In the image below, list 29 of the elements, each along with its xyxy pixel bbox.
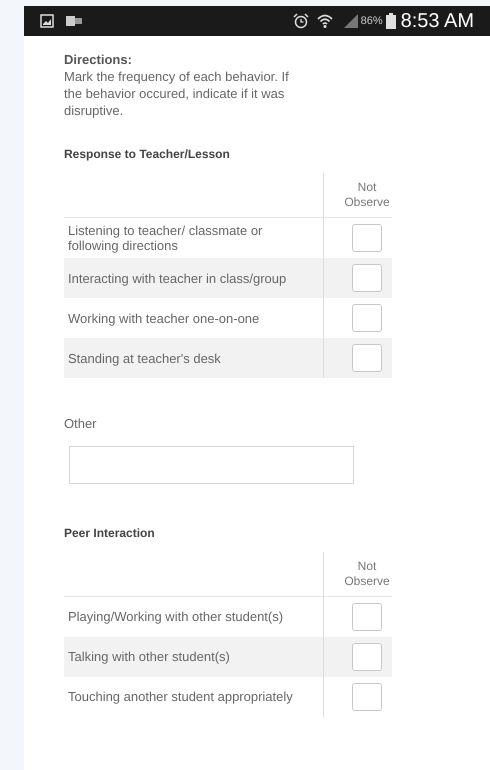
checkbox[interactable] — [352, 264, 382, 292]
wifi-icon — [316, 13, 333, 29]
section-heading: Response to Teacher/Lesson — [64, 146, 231, 163]
directions-text: Mark the frequency of each behavior. If the behavior occured, indicate if it was disruptive. — [64, 68, 290, 119]
signal-icon — [342, 13, 359, 29]
checkbox[interactable] — [352, 602, 382, 630]
column-header: Not Observe — [343, 180, 391, 210]
behavior-label: Touching another student appropriately — [67, 688, 294, 706]
behavior-label: Playing/Working with other student(s) — [67, 608, 284, 626]
behavior-label: Standing at teacher's desk — [67, 350, 222, 368]
behavior-label: Interacting with teacher in class/group — [67, 270, 288, 288]
clock-time: 8:53 AM — [400, 9, 474, 34]
input-field[interactable] — [69, 446, 354, 484]
behavior-label: Working with teacher one-on-one — [67, 310, 260, 328]
picture-notification-icon — [40, 14, 54, 28]
behavior-label: Listening to teacher/ classmate or following directions — [67, 222, 264, 255]
checkbox[interactable] — [352, 642, 382, 670]
field-label: Other — [64, 415, 98, 433]
alarm-icon — [292, 13, 309, 29]
battery-percent: 86% — [360, 14, 383, 29]
directions-heading: Directions: — [64, 52, 133, 68]
column-header: Not Observe — [343, 558, 391, 588]
battery-icon — [386, 13, 396, 29]
checkbox[interactable] — [352, 682, 382, 710]
checkbox[interactable] — [352, 304, 382, 332]
checkbox[interactable] — [352, 224, 382, 252]
checkbox[interactable] — [352, 344, 382, 372]
behavior-label: Talking with other student(s) — [67, 648, 231, 666]
section-heading: Peer Interaction — [64, 524, 156, 542]
